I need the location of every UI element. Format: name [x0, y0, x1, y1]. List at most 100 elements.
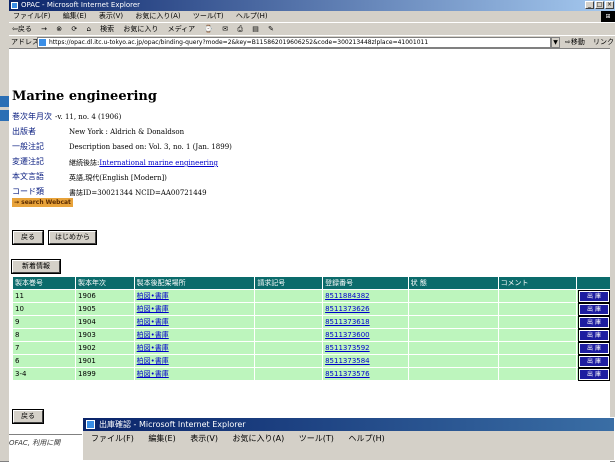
cell-status [407, 328, 499, 342]
cell-action: 出 庫 [576, 354, 610, 368]
cell-status [407, 354, 499, 368]
field-label-language: 本文言語 [12, 172, 44, 181]
cell-comment [497, 315, 578, 329]
ie-icon [11, 2, 18, 9]
cell-status [407, 315, 499, 329]
print-icon[interactable]: ⎙ [237, 25, 243, 33]
ie-icon [86, 420, 95, 429]
cell-comment [497, 328, 578, 342]
retrieve-button[interactable]: 出 庫 [578, 289, 610, 303]
retrieve-button[interactable]: 出 庫 [578, 367, 610, 381]
cell-location-link[interactable]: 柏図•書庫 [133, 367, 256, 381]
address-input[interactable]: https://opac.dl.itc.u-tokyo.ac.jp/opac/b… [37, 37, 551, 48]
cell-comment [497, 354, 578, 368]
back-button-bottom[interactable]: 戻る [12, 409, 44, 424]
cell-location-link[interactable]: 柏図•書庫 [133, 302, 256, 316]
cell-location-link[interactable]: 柏図•書庫 [133, 328, 256, 342]
menu-file[interactable]: ファイル(F) [13, 12, 51, 20]
stop-icon[interactable]: ⊗ [56, 25, 62, 33]
back-icon[interactable]: ⇦戻る [12, 25, 32, 33]
cell-comment [497, 367, 578, 381]
history-icon[interactable]: ⌚ [204, 25, 213, 33]
cell-year: 1905 [75, 302, 135, 316]
menu-view[interactable]: 表示(V) [99, 12, 123, 20]
cell-location-link[interactable]: 柏図•書庫 [133, 289, 256, 303]
field-label-transition: 変遷注記 [12, 157, 44, 166]
header-status: 状 態 [407, 276, 499, 290]
minimize-button[interactable]: _ [585, 1, 594, 9]
table-row: 10 1905 柏図•書庫 8511373626 出 庫 [11, 302, 610, 316]
cell-call-number [254, 367, 324, 381]
forward-icon[interactable]: → [41, 25, 47, 33]
address-url: https://opac.dl.itc.u-tokyo.ac.jp/opac/b… [49, 39, 429, 46]
new-info-button[interactable]: 新着情報 [11, 259, 61, 274]
holdings-table: 製本巻号 製本年次 製本後配架場所 請求記号 登録番号 状 態 コメント 11 … [11, 276, 610, 381]
cell-status [407, 341, 499, 355]
cell-call-number [254, 315, 324, 329]
popup-menu-edit[interactable]: 編集(E) [148, 434, 175, 443]
field-value-note: Description based on: Vol. 3, no. 1 (Jan… [69, 143, 232, 151]
maximize-button[interactable]: □ [595, 1, 604, 9]
vertical-scrollbar[interactable] [610, 48, 615, 461]
window-title: OPAC - Microsoft Internet Explorer [21, 1, 141, 9]
field-label-publisher: 出版者 [12, 127, 36, 136]
retrieve-button[interactable]: 出 庫 [578, 341, 610, 355]
media-button[interactable]: メディア [168, 25, 196, 33]
cell-location-link[interactable]: 柏図•書庫 [133, 315, 256, 329]
field-label-volume: 巻次年月次 [12, 112, 52, 121]
retrieve-button[interactable]: 出 庫 [578, 354, 610, 368]
menu-edit[interactable]: 編集(E) [63, 12, 87, 20]
popup-menu-help[interactable]: ヘルプ(H) [348, 434, 384, 443]
cell-year: 1901 [75, 354, 135, 368]
search-webcat-button[interactable]: → search Webcat [12, 198, 73, 207]
menu-favorites[interactable]: お気に入り(A) [135, 12, 180, 20]
popup-menu-favorites[interactable]: お気に入り(A) [233, 434, 285, 443]
cell-status [407, 289, 499, 303]
cell-location-link[interactable]: 柏図•書庫 [133, 341, 256, 355]
cell-year: 1902 [75, 341, 135, 355]
menu-tools[interactable]: ツール(T) [193, 12, 224, 20]
refresh-icon[interactable]: ⟳ [71, 25, 77, 33]
cell-vol: 7 [11, 341, 77, 355]
cell-location-link[interactable]: 柏図•書庫 [133, 354, 256, 368]
ie-window: OPAC - Microsoft Internet Explorer _ □ ×… [9, 0, 615, 462]
address-dropdown-icon[interactable]: ▼ [551, 37, 560, 48]
cell-reg-number-link[interactable]: 8511373592 [322, 341, 409, 355]
favorites-button[interactable]: お気に入り [123, 25, 158, 33]
cell-action: 出 庫 [576, 302, 610, 316]
successor-link[interactable]: International marine engineering [99, 159, 218, 167]
cell-action: 出 庫 [576, 315, 610, 329]
cell-reg-number-link[interactable]: 8511373618 [322, 315, 409, 329]
cell-vol: 10 [11, 302, 77, 316]
mail-icon[interactable]: ✉ [222, 25, 228, 33]
popup-menu-tools[interactable]: ツール(T) [299, 434, 334, 443]
popup-menu-view[interactable]: 表示(V) [190, 434, 218, 443]
menu-bar: ファイル(F) 編集(E) 表示(V) お気に入り(A) ツール(T) ヘルプ(… [9, 11, 615, 22]
cell-reg-number-link[interactable]: 8511373576 [322, 367, 409, 381]
toolbar: ⇦戻る → ⊗ ⟳ ⌂ 検索 お気に入り メディア ⌚ ✉ ⎙ ▤ ✎ [9, 22, 615, 35]
table-row: 6 1901 柏図•書庫 8511373584 出 庫 [11, 354, 610, 368]
transition-prefix: 継続後誌: [69, 159, 100, 167]
window-icon[interactable]: ▤ [252, 25, 259, 33]
retrieve-button[interactable]: 出 庫 [578, 315, 610, 329]
table-row: 8 1903 柏図•書庫 8511373600 出 庫 [11, 328, 610, 342]
cell-action: 出 庫 [576, 367, 610, 381]
home-icon[interactable]: ⌂ [86, 25, 90, 33]
field-value-publisher: New York : Aldrich & Donaldson [69, 128, 185, 136]
cell-reg-number-link[interactable]: 8511884382 [322, 289, 409, 303]
field-value-codes: 書誌ID=30021344 NCID=AA00721449 [69, 189, 207, 197]
popup-menu-file[interactable]: ファイル(F) [91, 434, 134, 443]
cell-reg-number-link[interactable]: 8511373584 [322, 354, 409, 368]
back-button[interactable]: 戻る [12, 230, 44, 245]
retrieve-button[interactable]: 出 庫 [578, 328, 610, 342]
cell-status [407, 367, 499, 381]
edit-icon[interactable]: ✎ [268, 25, 274, 33]
retrieve-button[interactable]: 出 庫 [578, 302, 610, 316]
search-button[interactable]: 検索 [100, 25, 114, 33]
menu-help[interactable]: ヘルプ(H) [236, 12, 268, 20]
start-over-button[interactable]: はじめから [48, 230, 97, 245]
close-button[interactable]: × [605, 1, 614, 9]
cell-reg-number-link[interactable]: 8511373626 [322, 302, 409, 316]
table-row: 11 1906 柏図•書庫 8511884382 出 庫 [11, 289, 610, 303]
cell-reg-number-link[interactable]: 8511373600 [322, 328, 409, 342]
